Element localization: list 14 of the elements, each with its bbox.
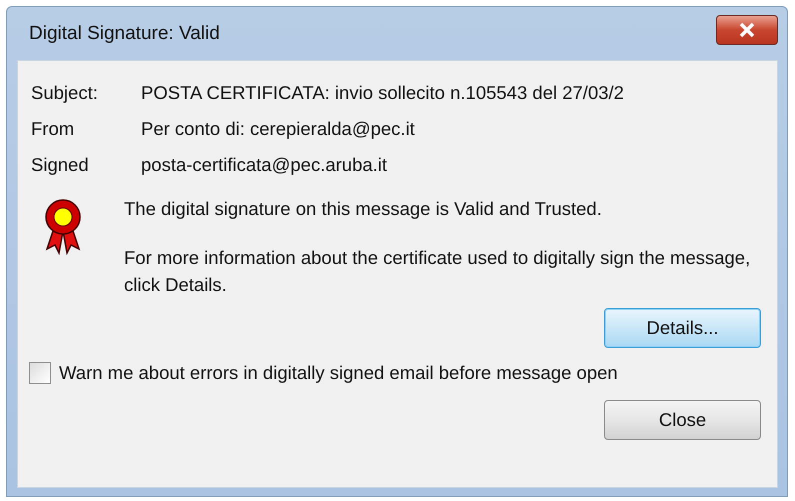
close-button[interactable]: Close [604,400,761,440]
field-label: Signed [31,154,90,176]
field-value: Per conto di: cerepieralda@pec.it [141,118,415,140]
field-value: POSTA CERTIFICATA: invio sollecito n.105543 del 27/03/2 [141,82,624,104]
checkbox[interactable] [29,362,51,384]
info-message: For more information about the certificate used to digitally sign the message, click Details. [124,246,752,297]
status-message: The digital signature on this message is Valid and Trusted. [124,197,603,221]
details-button[interactable]: Details... [604,308,761,348]
field-value: posta-certificata@pec.aruba.it [141,154,388,176]
window-title: Digital Signature: Valid [28,22,220,44]
field-label: Subject: [31,82,99,104]
field-label: From [31,118,76,140]
checkbox-label: Warn me about errors in digitally signed email before message open [59,362,618,384]
close-icon[interactable] [716,14,778,44]
